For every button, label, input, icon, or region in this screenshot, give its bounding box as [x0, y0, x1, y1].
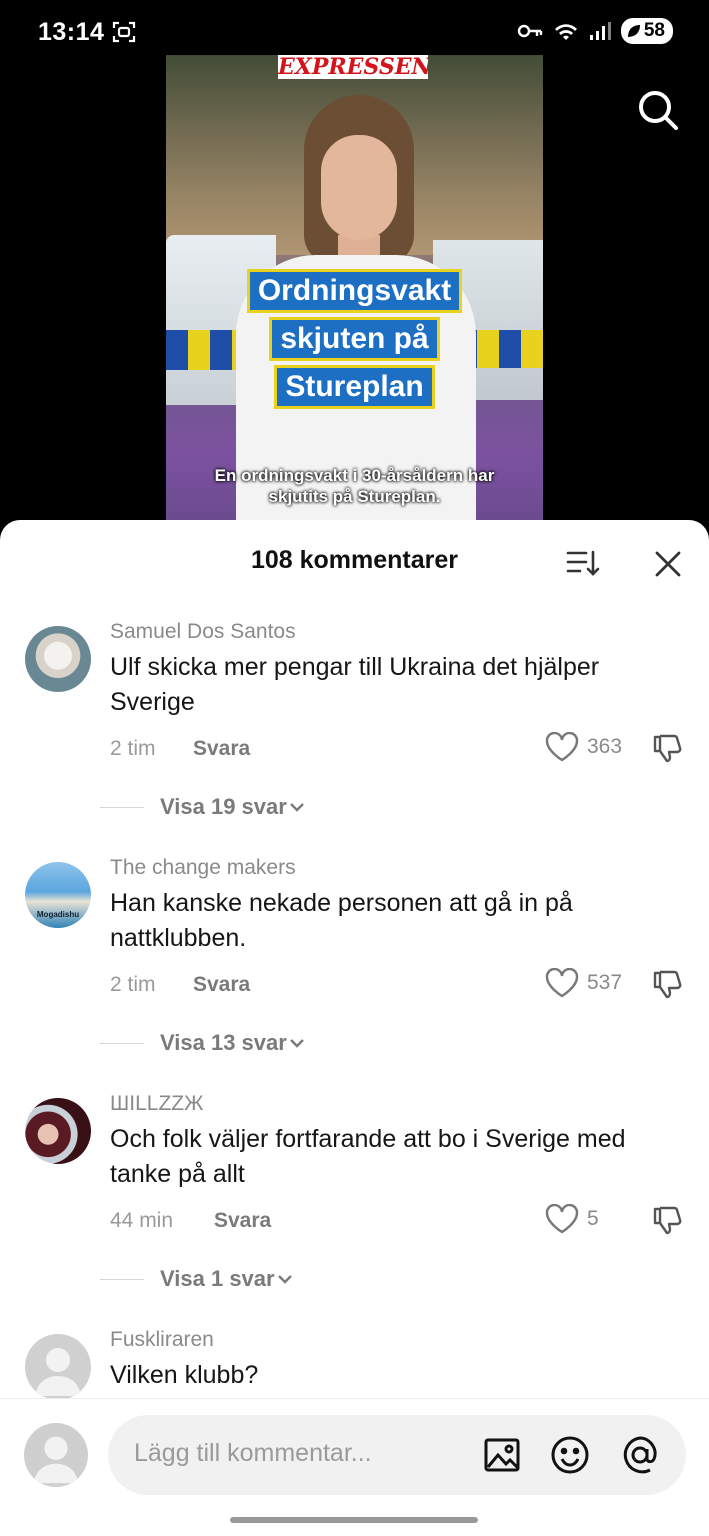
comment-username[interactable]: ШILLZZЖ — [110, 1092, 204, 1116]
like-button[interactable]: 5 — [545, 1204, 599, 1234]
comment-text: Han kanske nekade personen att gå in på … — [110, 889, 573, 952]
headline-line: Stureplan — [274, 365, 435, 409]
close-icon[interactable] — [654, 550, 682, 578]
like-button[interactable]: 363 — [545, 732, 622, 762]
reply-button[interactable]: Svara — [214, 1209, 271, 1233]
headline-line: Ordningsvakt — [246, 269, 463, 313]
chevron-down-icon — [289, 1039, 304, 1048]
signal-icon — [589, 22, 611, 40]
avatar-caption: Mogadishu — [36, 910, 80, 919]
brand-logo: EXPRESSEN — [278, 55, 428, 79]
video-subtitle: En ordningsvakt i 30-årsåldern har skjut… — [214, 466, 495, 506]
comment-input[interactable]: Lägg till kommentar... — [108, 1415, 686, 1495]
like-count: 5 — [587, 1207, 599, 1230]
chevron-down-icon — [289, 803, 304, 812]
headline-line: skjuten på — [269, 317, 440, 361]
emoji-icon[interactable] — [550, 1435, 590, 1475]
default-avatar-icon — [35, 1348, 81, 1396]
battery-indicator: 58 — [620, 18, 673, 44]
default-avatar-icon — [33, 1436, 79, 1484]
mention-icon[interactable] — [620, 1435, 660, 1475]
view-replies-label: Visa 1 svar — [160, 1266, 275, 1291]
view-replies-label: Visa 13 svar — [160, 1030, 287, 1055]
heart-icon — [545, 732, 579, 762]
battery-level: 58 — [643, 20, 665, 41]
comment-time: 2 tim — [110, 973, 156, 996]
like-count: 537 — [587, 971, 623, 994]
home-indicator — [230, 1517, 478, 1523]
search-icon[interactable] — [636, 88, 680, 132]
sort-icon[interactable] — [566, 548, 600, 578]
video-headline: Ordningsvakt skjuten på Stureplan — [166, 267, 543, 411]
dislike-icon[interactable] — [652, 1204, 684, 1236]
avatar[interactable] — [25, 1098, 91, 1164]
chevron-down-icon — [277, 1275, 292, 1284]
view-replies-label: Visa 19 svar — [160, 794, 287, 819]
comment-text: Och folk väljer fortfarande att bo i Sve… — [110, 1125, 626, 1188]
reply-button[interactable]: Svara — [193, 973, 250, 997]
heart-icon — [545, 968, 579, 998]
screen-record-icon — [112, 21, 136, 43]
dislike-icon[interactable] — [652, 732, 684, 764]
dislike-icon[interactable] — [652, 968, 684, 1000]
heart-icon — [545, 1204, 579, 1234]
comment-time: 2 tim — [110, 737, 156, 760]
comments-title: 108 kommentarer — [250, 546, 459, 574]
comment-text: Ulf skicka mer pengar till Ukraina det h… — [110, 653, 600, 716]
key-icon — [517, 24, 543, 38]
comment-text: Vilken klubb? — [110, 1361, 259, 1389]
view-replies-button[interactable]: Visa 19 svar — [100, 794, 307, 820]
status-bar: 13:14 58 — [0, 0, 709, 60]
comment-input-bar: Lägg till kommentar... — [0, 1398, 709, 1536]
like-button[interactable]: 537 — [545, 968, 622, 998]
image-icon[interactable] — [482, 1435, 522, 1475]
view-replies-button[interactable]: Visa 1 svar — [100, 1266, 295, 1292]
my-avatar[interactable] — [24, 1423, 88, 1487]
like-count: 363 — [587, 735, 623, 758]
status-icons: 58 — [517, 18, 673, 44]
view-replies-button[interactable]: Visa 13 svar — [100, 1030, 307, 1056]
avatar[interactable] — [25, 626, 91, 692]
leaf-icon — [627, 25, 640, 37]
comment-input-placeholder: Lägg till kommentar... — [134, 1439, 372, 1467]
reply-button[interactable]: Svara — [193, 737, 250, 761]
wifi-icon — [554, 24, 577, 40]
comment-username[interactable]: Fuskliraren — [110, 1328, 214, 1352]
status-time: 13:14 — [38, 18, 105, 46]
video-player[interactable]: EXPRESSEN Ordningsvakt skjuten på Sturep… — [166, 55, 543, 525]
comment-username[interactable]: Samuel Dos Santos — [110, 620, 296, 644]
avatar[interactable] — [25, 1334, 91, 1400]
comment-username[interactable]: The change makers — [110, 856, 296, 880]
comment-time: 44 min — [110, 1209, 174, 1232]
comments-sheet: 108 kommentarer Samuel Dos Santos Ulf sk… — [0, 520, 709, 1536]
avatar[interactable]: Mogadishu — [25, 862, 91, 928]
